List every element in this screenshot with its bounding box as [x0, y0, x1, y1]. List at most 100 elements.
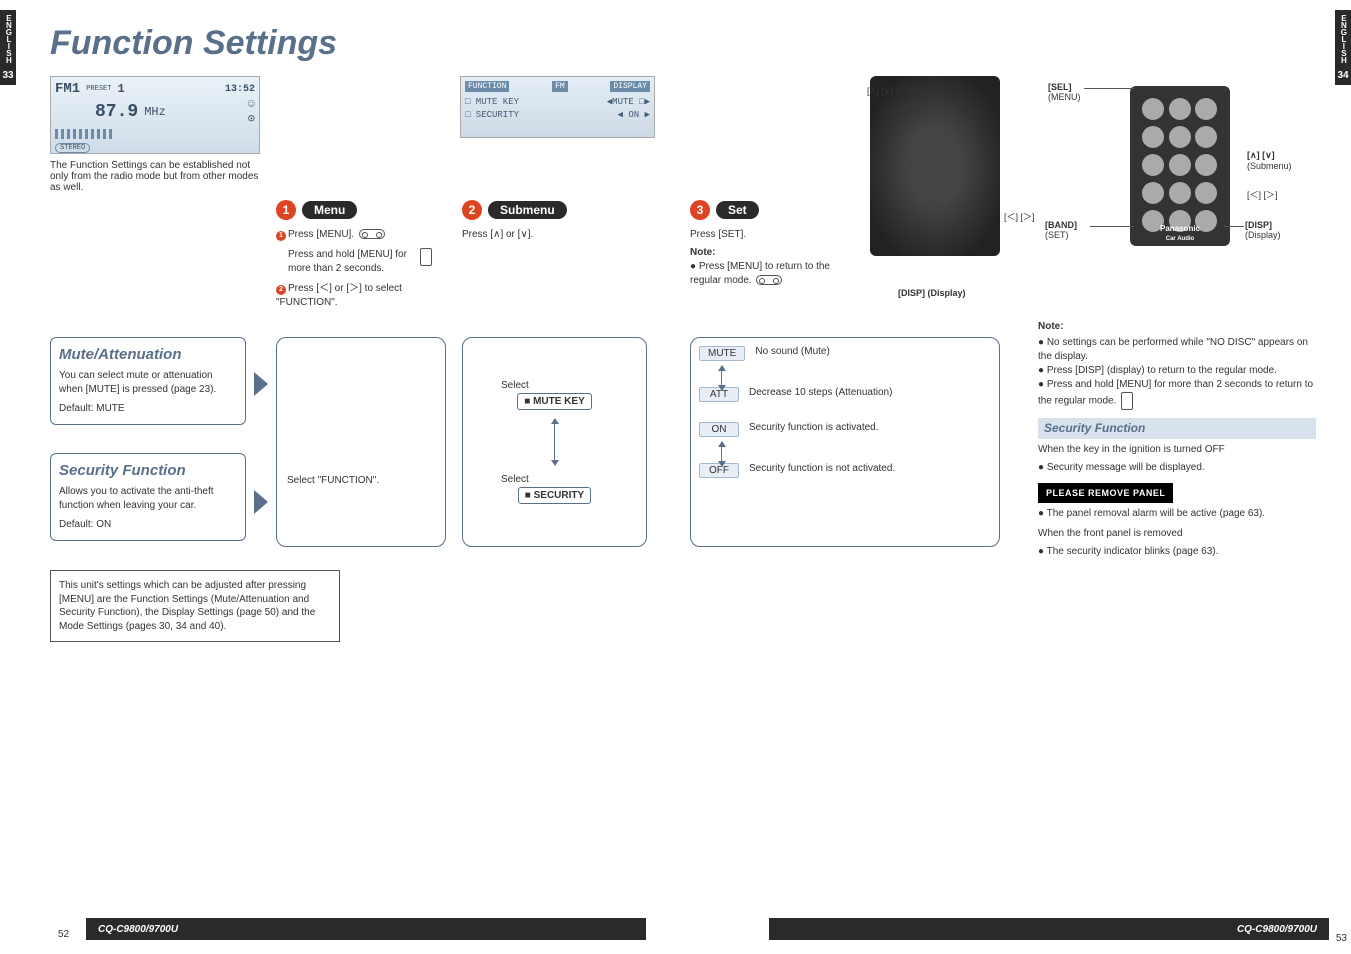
sec-p1b-text: Security message will be displayed.	[1047, 462, 1205, 473]
eq-bars	[55, 129, 115, 139]
red-dot-2: 2	[276, 285, 286, 295]
step-num-1: 1	[276, 200, 296, 220]
lcd-security-val: ◀ ON ▶	[618, 109, 650, 122]
note2: Press [DISP] (display) to return to the …	[1038, 364, 1316, 378]
remove-panel-message: PLEASE REMOVE PANEL	[1038, 483, 1173, 504]
connector	[721, 369, 722, 387]
device-set: [SET]	[957, 106, 981, 116]
remote-sel-sub: (MENU)	[1048, 92, 1081, 102]
sec-p2: ● The panel removal alarm will be active…	[1038, 507, 1316, 521]
step3-text: Press [SET]. Note: ● Press [MENU] to ret…	[690, 228, 860, 288]
connector	[721, 445, 722, 463]
function-display: FUNCTION FM DISPLAY □ MUTE KEY ◀MUTE □▶ …	[460, 76, 655, 138]
remote-band-label: [BAND](SET)	[1045, 220, 1077, 240]
device-disp-label: [DISP] (Display)	[898, 288, 966, 298]
lcd-mute-val: ◀MUTE □▶	[607, 96, 650, 109]
radio-display: FM1 PRESET 1 13:52 87.9 MHz ☺⊙ STEREO	[50, 76, 260, 154]
step-num-2: 2	[462, 200, 482, 220]
lead-line	[1084, 88, 1134, 89]
mute-title: Mute/Attenuation	[59, 346, 237, 363]
step-submenu-badge: 2 Submenu	[462, 200, 567, 220]
step-submenu-label: Submenu	[488, 201, 567, 219]
step-set-label: Set	[716, 201, 759, 219]
band: FM1	[55, 81, 80, 97]
remote-sel: [SEL]	[1048, 82, 1072, 92]
remote-updown: [∧] [∨]	[1247, 150, 1275, 160]
mute-default: Default: MUTE	[59, 402, 237, 416]
step3-note-hdr: Note:	[690, 247, 716, 258]
remote-band: [BAND]	[1045, 220, 1077, 230]
set-options-box: MUTE No sound (Mute) ATT Decrease 10 ste…	[690, 337, 1000, 547]
sec-p1b: ● Security message will be displayed.	[1038, 461, 1316, 475]
brand-sub: Car Audio	[1166, 236, 1194, 242]
step-set-badge: 3 Set	[690, 200, 759, 220]
step-num-3: 3	[690, 200, 710, 220]
sec-p3b-text: The security indicator blinks (page 63).	[1047, 546, 1219, 557]
oblong-icon	[756, 275, 782, 285]
lang: ENGLISH	[4, 14, 13, 63]
preset-label: PRESET	[86, 85, 111, 93]
device-updown-label: [∧] [∨] (Submenu)	[867, 86, 940, 97]
note1: No settings can be performed while "NO D…	[1038, 336, 1316, 364]
model: CQ-C9800/9700U	[1237, 924, 1317, 935]
sec-body: Allows you to activate the anti-theft fu…	[59, 485, 237, 512]
remote-icon	[420, 248, 432, 266]
remote-updown-label: [∧] [∨](Submenu)	[1247, 150, 1292, 171]
step1b: Press [＜] or [＞] to select "FUNCTION".	[276, 283, 402, 308]
model: CQ-C9800/9700U	[98, 924, 178, 935]
on-button: ON	[699, 422, 739, 437]
freq-unit: MHz	[144, 105, 166, 119]
remote-disp-sub: (Display)	[1245, 230, 1281, 240]
mute-attenuation-box: Mute/Attenuation You can select mute or …	[50, 337, 246, 425]
remote-icon	[1121, 392, 1133, 410]
page-34: 34	[1335, 70, 1351, 81]
device-set-label: [SET]	[957, 106, 981, 116]
red-dot-1: 1	[276, 231, 286, 241]
stereo-label: STEREO	[55, 143, 90, 153]
on-desc: Security function is activated.	[749, 422, 879, 433]
security-function-box: Security Function Allows you to activate…	[50, 453, 246, 541]
lcd-security: □ SECURITY	[465, 109, 519, 122]
oblong-icon	[359, 229, 385, 239]
bottom-info-box: This unit's settings which can be adjust…	[50, 570, 340, 642]
side-tab-left: ENGLISH 33	[0, 10, 16, 85]
sec-p3b: ● The security indicator blinks (page 63…	[1038, 545, 1316, 559]
mute-body: You can select mute or attenuation when …	[59, 369, 237, 396]
lcd-mute-key: □ MUTE KEY	[465, 96, 519, 109]
step1-hold: Press and hold [MENU] for more than 2 se…	[288, 248, 414, 276]
arrow-icon	[254, 490, 268, 514]
security-function-heading: Security Function	[1038, 418, 1316, 439]
lead-line	[1090, 226, 1134, 227]
remote-ltr-label: [＜] [＞]	[1247, 188, 1278, 201]
device-menu: [MENU]	[887, 106, 920, 116]
sec-p2-text: The panel removal alarm will be active (…	[1047, 508, 1265, 519]
tab-display: DISPLAY	[610, 81, 650, 92]
arrow-icon	[254, 372, 268, 396]
note-hdr: Note:	[1038, 320, 1316, 334]
step1-text: 1Press [MENU]. Press and hold [MENU] for…	[276, 228, 446, 310]
preset-num: 1	[117, 82, 124, 96]
page-33: 33	[0, 70, 16, 81]
remote-band-sub: (SET)	[1045, 230, 1069, 240]
tab-function: FUNCTION	[465, 81, 509, 92]
step-menu-label: Menu	[302, 201, 357, 219]
page-num-52: 52	[58, 929, 69, 940]
tab-fm: FM	[552, 81, 568, 92]
note3: Press and hold [MENU] for more than 2 se…	[1038, 378, 1316, 410]
remote-sel-label: [SEL](MENU)	[1048, 82, 1081, 102]
brand: Panasonic	[1160, 224, 1200, 233]
freq: 87.9	[95, 102, 138, 122]
device-disp: [DISP] (Display)	[898, 288, 966, 298]
footer-right: CQ-C9800/9700U	[769, 918, 1329, 940]
lang: ENGLISH	[1339, 14, 1348, 63]
step1a: Press [MENU].	[288, 229, 354, 240]
mute-desc: No sound (Mute)	[755, 346, 829, 357]
device-ltr-label: [＜] [＞]	[1004, 210, 1035, 223]
remote-disp: [DISP]	[1245, 220, 1272, 230]
sec-title: Security Function	[59, 462, 237, 479]
mute-button: MUTE	[699, 346, 745, 361]
select-submenu-box: Select MUTE KEY Select SECURITY	[462, 337, 647, 547]
mute-key-chip: MUTE KEY	[517, 393, 592, 410]
select-label: Select	[501, 380, 638, 391]
remote-updown-sub: (Submenu)	[1247, 161, 1292, 171]
